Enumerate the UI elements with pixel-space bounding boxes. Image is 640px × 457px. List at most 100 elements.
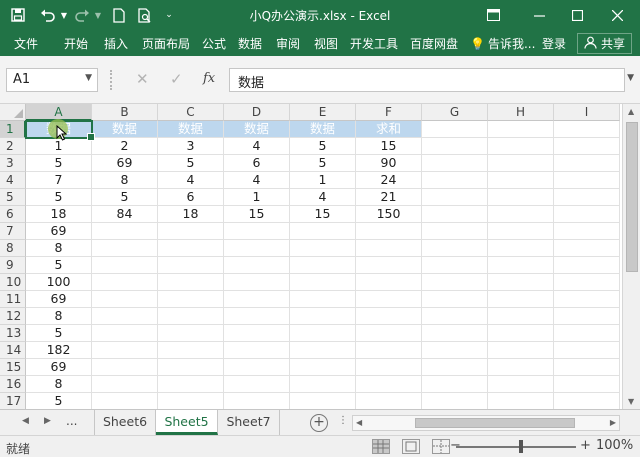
tab-baidu-netdisk[interactable]: 百度网盘	[410, 35, 458, 52]
cell-a6[interactable]: 18	[26, 206, 92, 223]
cell-e2[interactable]: 5	[290, 138, 356, 155]
cell-b15[interactable]	[92, 359, 158, 376]
cell-h7[interactable]	[488, 223, 554, 240]
cell-a3[interactable]: 5	[26, 155, 92, 172]
row-header-10[interactable]: 10	[0, 274, 26, 291]
cell-d6[interactable]: 15	[224, 206, 290, 223]
name-box[interactable]: A1 ▼	[6, 68, 98, 92]
cell-h11[interactable]	[488, 291, 554, 308]
column-header-a[interactable]: A	[26, 104, 92, 121]
prev-sheet-icon[interactable]: ◀	[22, 416, 29, 426]
cell-g16[interactable]	[422, 376, 488, 393]
cell-b11[interactable]	[92, 291, 158, 308]
cell-c4[interactable]: 4	[158, 172, 224, 189]
print-preview-icon[interactable]	[136, 5, 154, 25]
cell-a17[interactable]: 5	[26, 393, 92, 409]
cell-f12[interactable]	[356, 308, 422, 325]
tab-data[interactable]: 数据	[238, 35, 262, 52]
cell-h1[interactable]	[488, 121, 554, 138]
cell-b1[interactable]: 数据	[92, 121, 158, 138]
cell-e10[interactable]	[290, 274, 356, 291]
spreadsheet-grid[interactable]: ABCDEFGHI1数据数据数据数据数据求和212345153569565904…	[0, 104, 622, 409]
cell-h15[interactable]	[488, 359, 554, 376]
cell-a13[interactable]: 5	[26, 325, 92, 342]
tab-home[interactable]: 开始	[64, 35, 88, 52]
cell-h5[interactable]	[488, 189, 554, 206]
cell-f1[interactable]: 求和	[356, 121, 422, 138]
cell-d17[interactable]	[224, 393, 290, 409]
tab-split-handle-icon[interactable]: ⋮	[338, 415, 348, 426]
cell-f7[interactable]	[356, 223, 422, 240]
cell-e17[interactable]	[290, 393, 356, 409]
cell-d1[interactable]: 数据	[224, 121, 290, 138]
cell-d16[interactable]	[224, 376, 290, 393]
cell-a11[interactable]: 69	[26, 291, 92, 308]
cell-h4[interactable]	[488, 172, 554, 189]
cell-f15[interactable]	[356, 359, 422, 376]
cell-a12[interactable]: 8	[26, 308, 92, 325]
tab-view[interactable]: 视图	[314, 35, 338, 52]
tab-insert[interactable]: 插入	[104, 35, 128, 52]
cell-c6[interactable]: 18	[158, 206, 224, 223]
row-header-4[interactable]: 4	[0, 172, 26, 189]
normal-view-icon[interactable]	[372, 439, 390, 454]
row-header-15[interactable]: 15	[0, 359, 26, 376]
cell-c7[interactable]	[158, 223, 224, 240]
cell-i6[interactable]	[554, 206, 620, 223]
cell-c14[interactable]	[158, 342, 224, 359]
cell-e11[interactable]	[290, 291, 356, 308]
cell-i7[interactable]	[554, 223, 620, 240]
scroll-right-icon[interactable]: ▶	[610, 418, 616, 427]
horizontal-scroll-thumb[interactable]	[415, 418, 575, 428]
minimize-icon[interactable]	[530, 5, 548, 25]
cell-i16[interactable]	[554, 376, 620, 393]
column-header-g[interactable]: G	[422, 104, 488, 121]
cell-d9[interactable]	[224, 257, 290, 274]
cell-g7[interactable]	[422, 223, 488, 240]
cell-g15[interactable]	[422, 359, 488, 376]
zoom-slider-thumb[interactable]	[519, 440, 523, 453]
cell-d2[interactable]: 4	[224, 138, 290, 155]
cell-d10[interactable]	[224, 274, 290, 291]
cell-e12[interactable]	[290, 308, 356, 325]
cell-f17[interactable]	[356, 393, 422, 409]
cell-b16[interactable]	[92, 376, 158, 393]
add-sheet-button[interactable]: +	[310, 414, 328, 432]
cell-g2[interactable]	[422, 138, 488, 155]
cell-i9[interactable]	[554, 257, 620, 274]
cancel-entry-icon[interactable]: ✕	[136, 70, 149, 88]
zoom-slider[interactable]	[456, 446, 576, 448]
name-box-dropdown-icon[interactable]: ▼	[85, 73, 92, 83]
cell-b3[interactable]: 69	[92, 155, 158, 172]
cell-e5[interactable]: 4	[290, 189, 356, 206]
row-header-8[interactable]: 8	[0, 240, 26, 257]
column-header-d[interactable]: D	[224, 104, 290, 121]
cell-b14[interactable]	[92, 342, 158, 359]
cell-f11[interactable]	[356, 291, 422, 308]
cell-e15[interactable]	[290, 359, 356, 376]
cell-i8[interactable]	[554, 240, 620, 257]
cell-i15[interactable]	[554, 359, 620, 376]
cell-b6[interactable]: 84	[92, 206, 158, 223]
sheet-tab-sheet7[interactable]: Sheet7	[218, 410, 280, 435]
cell-i1[interactable]	[554, 121, 620, 138]
cell-c8[interactable]	[158, 240, 224, 257]
scroll-left-icon[interactable]: ◀	[356, 418, 362, 427]
formula-input[interactable]: 数据	[229, 68, 625, 92]
cell-b8[interactable]	[92, 240, 158, 257]
cell-g6[interactable]	[422, 206, 488, 223]
cell-a10[interactable]: 100	[26, 274, 92, 291]
next-sheet-icon[interactable]: ▶	[44, 416, 51, 426]
vertical-scrollbar[interactable]: ▲ ▼	[622, 104, 640, 409]
cell-d5[interactable]: 1	[224, 189, 290, 206]
cell-h14[interactable]	[488, 342, 554, 359]
tell-me-box[interactable]: 💡 告诉我...	[470, 35, 535, 52]
cell-c1[interactable]: 数据	[158, 121, 224, 138]
cell-b7[interactable]	[92, 223, 158, 240]
cell-e13[interactable]	[290, 325, 356, 342]
cell-c9[interactable]	[158, 257, 224, 274]
cell-b12[interactable]	[92, 308, 158, 325]
cell-g14[interactable]	[422, 342, 488, 359]
cell-g5[interactable]	[422, 189, 488, 206]
cell-h6[interactable]	[488, 206, 554, 223]
